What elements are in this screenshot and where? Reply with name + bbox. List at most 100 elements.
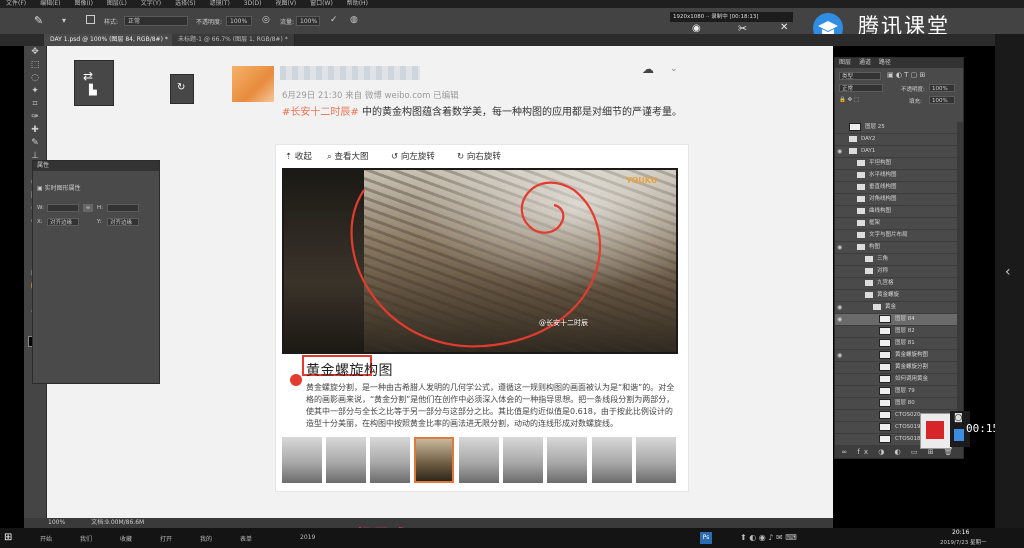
status-zoom[interactable]: 100% — [48, 519, 65, 526]
thumbnail[interactable] — [282, 437, 322, 483]
photoshop-taskbar-icon[interactable]: Ps — [700, 532, 712, 544]
thumbnail[interactable] — [326, 437, 366, 483]
hashtag-link[interactable]: #长安十二时辰# — [282, 107, 359, 118]
brush-tool-icon[interactable]: ✎ — [34, 14, 43, 27]
tray-icons[interactable]: ⬆ ◐ ◉ ♪ ✉ ⌨ — [740, 533, 797, 542]
brush-tool-icon[interactable]: ✎ — [24, 137, 46, 150]
layer-row[interactable]: ◉ 构图 — [835, 242, 957, 254]
layer-row[interactable]: 图层 82 — [835, 326, 957, 338]
thumbnail[interactable] — [459, 437, 499, 483]
layer-row[interactable]: 黄金螺旋分割 — [835, 362, 957, 374]
move-tool-icon[interactable]: ✥ — [24, 46, 46, 59]
eyedropper-icon[interactable]: ✑ — [24, 111, 46, 124]
chevron-left-icon[interactable]: ‹ — [1005, 264, 1011, 280]
blend-mode-select[interactable]: 正常 — [839, 84, 883, 92]
marquee-tool-icon[interactable]: ⬚ — [24, 59, 46, 72]
camera-icon[interactable]: ◉ — [692, 23, 701, 34]
thumbnail[interactable] — [592, 437, 632, 483]
tablet-pressure-icon[interactable]: ◍ — [350, 15, 358, 25]
crop-tool-icon[interactable]: ⌗ — [24, 98, 46, 111]
visibility-eye-icon[interactable]: ◉ — [837, 350, 845, 361]
lasso-tool-icon[interactable]: ◌ — [24, 72, 46, 85]
avatar[interactable] — [232, 66, 274, 102]
layers-scrollbar[interactable] — [957, 122, 963, 442]
record-widget[interactable] — [920, 413, 952, 449]
floating-mini-panel[interactable]: ⇄ ▙ — [74, 60, 114, 106]
menu-item[interactable]: 图像(I) — [74, 0, 92, 7]
close-icon[interactable]: ✕ — [780, 22, 788, 33]
floating-mini-panel-2[interactable]: ↻ — [170, 74, 194, 104]
pressure-icon[interactable]: ◎ — [262, 15, 270, 25]
visibility-eye-icon[interactable]: ◉ — [837, 242, 845, 253]
tab-channels[interactable]: 通道 — [859, 59, 871, 66]
thumbnail[interactable] — [503, 437, 543, 483]
height-input[interactable] — [107, 204, 139, 212]
airbrush-icon[interactable]: ✓ — [330, 15, 338, 25]
taskbar-item[interactable]: 2019 — [300, 534, 315, 541]
layer-row[interactable]: 水平线构图 — [835, 170, 957, 182]
x-input[interactable]: 对齐边缘 — [47, 218, 79, 226]
visibility-eye-icon[interactable]: ◉ — [837, 302, 845, 313]
tab-paths[interactable]: 路径 — [879, 59, 891, 66]
menu-item[interactable]: 编辑(E) — [40, 0, 60, 7]
menu-item[interactable]: 文件(F) — [6, 0, 26, 7]
opacity-input[interactable]: 100% — [226, 16, 252, 26]
link-dimensions-icon[interactable]: ∞ — [83, 204, 93, 212]
menu-item[interactable]: 图层(L) — [107, 0, 127, 7]
align-icon[interactable]: ▙ — [89, 85, 97, 96]
layer-opacity-input[interactable]: 100% — [929, 84, 955, 92]
thumbnail[interactable] — [636, 437, 676, 483]
filter-kind-select[interactable]: 类型 — [839, 72, 881, 80]
menu-item[interactable]: 滤镜(T) — [210, 0, 230, 7]
taskbar-item[interactable]: 收藏 — [120, 534, 132, 543]
layer-fill-input[interactable]: 100% — [929, 96, 955, 104]
layer-row[interactable]: 图层 25 — [835, 122, 957, 134]
visibility-eye-icon[interactable]: ◉ — [837, 314, 845, 325]
thumbnail-selected[interactable] — [414, 437, 454, 483]
record-stop-button[interactable] — [926, 421, 944, 439]
taskbar-item[interactable]: 开始 — [40, 534, 52, 543]
collapse-button[interactable]: ⇡ 收起 — [285, 150, 312, 162]
menu-item[interactable]: 视图(V) — [275, 0, 296, 7]
menu-item[interactable]: 文字(Y) — [141, 0, 161, 7]
taskbar-item[interactable]: 我的 — [200, 534, 212, 543]
layer-row[interactable]: ◉ 黄金 — [835, 302, 957, 314]
menu-item[interactable]: 3D(D) — [244, 0, 262, 7]
y-input[interactable]: 对齐边缘 — [107, 218, 139, 226]
layer-row[interactable]: 文字与图片布局 — [835, 230, 957, 242]
filter-icons[interactable]: ▣ ◐ T ▢ ⊞ — [887, 71, 925, 79]
taskbar-item[interactable]: 表单 — [240, 534, 252, 543]
taskbar-item[interactable]: 我们 — [80, 534, 92, 543]
layer-row[interactable]: 对角线构图 — [835, 194, 957, 206]
pause-icon[interactable] — [954, 429, 964, 441]
chevron-down-icon[interactable]: ⌄ — [670, 64, 678, 74]
lock-icons[interactable]: 🔒 ✥ ⬚ — [839, 97, 859, 103]
menu-item[interactable]: 帮助(H) — [347, 0, 368, 7]
flow-input[interactable]: 100% — [296, 16, 320, 26]
magic-wand-icon[interactable]: ✦ — [24, 85, 46, 98]
layer-row[interactable]: ◉ 黄金螺旋构图 — [835, 350, 957, 362]
layer-row[interactable]: 九宫格 — [835, 278, 957, 290]
mode-icon[interactable] — [86, 15, 95, 24]
thumbnail[interactable] — [370, 437, 410, 483]
visibility-eye-icon[interactable]: ◉ — [837, 146, 845, 157]
rotate-left-button[interactable]: ↺ 向左旋转 — [391, 150, 435, 162]
layer-row[interactable]: ◉ 图层 84 — [835, 314, 957, 326]
style-select[interactable]: 正常 — [124, 16, 188, 26]
layer-row[interactable]: 图层 79 — [835, 386, 957, 398]
doc-tab-untitled[interactable]: 未标题-1 @ 66.7% (图层 1, RGB/8#) * — [172, 34, 295, 46]
menu-item[interactable]: 窗口(W) — [310, 0, 333, 7]
rotate-icon[interactable]: ↻ — [177, 82, 185, 93]
view-large-button[interactable]: ⌕ 查看大图 — [327, 150, 368, 162]
layer-row[interactable]: 框架 — [835, 218, 957, 230]
layer-row[interactable]: ◉ DAY1 — [835, 146, 957, 158]
layer-row[interactable]: 图层 80 — [835, 398, 957, 410]
adjust-icon[interactable]: ⇄ — [83, 69, 93, 83]
thumbnail[interactable] — [547, 437, 587, 483]
width-input[interactable] — [47, 204, 79, 212]
taskbar-item[interactable]: 打开 — [160, 534, 172, 543]
golden-spiral-photo[interactable]: YOUKU @长安十二时辰 — [282, 168, 678, 354]
layer-row[interactable]: 如何调用黄金 — [835, 374, 957, 386]
layer-row[interactable]: DAY2 — [835, 134, 957, 146]
layer-row[interactable]: 黄金螺旋 — [835, 290, 957, 302]
